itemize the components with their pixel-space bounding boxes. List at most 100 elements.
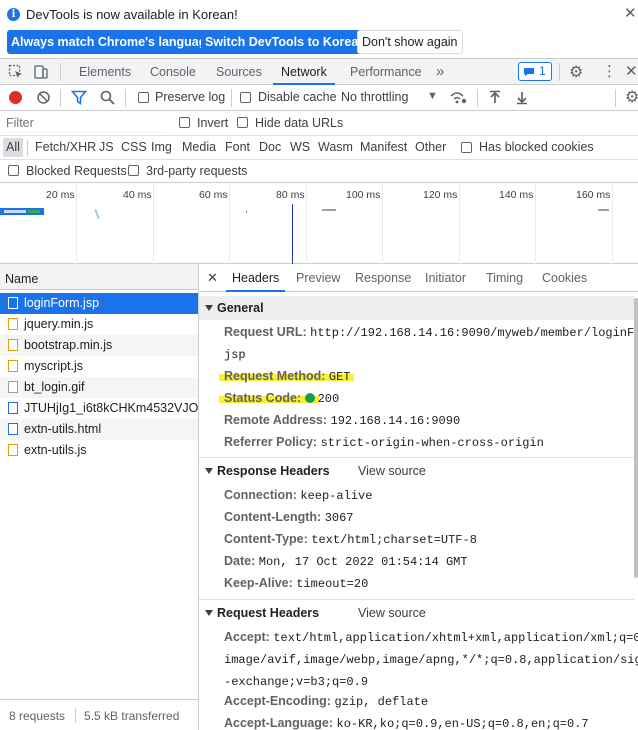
device-toolbar-icon[interactable] [33, 64, 49, 80]
document-icon [8, 297, 18, 309]
filter-input[interactable] [3, 114, 166, 133]
record-icon[interactable] [9, 91, 22, 104]
language-infobar: i DevTools is now available in Korean! ✕… [0, 0, 638, 58]
infobar-close-icon[interactable]: ✕ [624, 4, 637, 22]
disable-cache-label: Disable cache [258, 90, 337, 104]
network-conditions-icon[interactable] [449, 89, 467, 105]
font-icon [8, 402, 18, 414]
request-row[interactable]: loginForm.jsp [0, 293, 198, 314]
timeline-tick [153, 183, 154, 264]
hide-data-urls-checkbox[interactable] [237, 117, 248, 128]
match-language-button[interactable]: Always match Chrome's language [7, 30, 218, 54]
request-name: jquery.min.js [24, 317, 94, 331]
type-filter-fetch-xhr[interactable]: Fetch/XHR [35, 140, 96, 154]
invert-checkbox[interactable] [179, 117, 190, 128]
tab-preview[interactable]: Preview [296, 264, 340, 292]
disable-cache-checkbox[interactable] [240, 92, 251, 103]
network-settings-gear-icon[interactable]: ⚙ [625, 87, 638, 107]
header-key: Date: [224, 554, 256, 568]
has-blocked-cookies-checkbox[interactable] [461, 142, 472, 153]
blocked-requests-checkbox[interactable] [8, 165, 19, 176]
chevron-down-icon[interactable]: ▼ [427, 90, 438, 102]
throttling-select[interactable]: No throttling [341, 90, 408, 104]
timeline-request-bar [94, 208, 100, 220]
tab-headers[interactable]: Headers [226, 264, 286, 292]
clear-icon[interactable] [36, 90, 51, 105]
network-overview-timeline[interactable]: 20 ms 40 ms 60 ms 80 ms 100 ms 120 ms 14… [0, 183, 638, 264]
blocked-filters: Blocked Requests 3rd-party requests [0, 160, 638, 183]
type-filter-other[interactable]: Other [415, 140, 446, 154]
tab-sources[interactable]: Sources [216, 59, 262, 85]
more-tabs-icon[interactable]: » [436, 59, 444, 85]
content-type-row: Content-Type: text/html;charset=UTF-8 [224, 528, 634, 551]
header-value: http://192.168.14.16:9090/myweb/member/l… [310, 326, 638, 340]
document-icon [8, 423, 18, 435]
request-row[interactable]: bootstrap.min.js [0, 335, 198, 356]
request-name: extn-utils.html [24, 422, 102, 436]
tab-response[interactable]: Response [355, 264, 411, 292]
request-row[interactable]: bt_login.gif [0, 377, 198, 398]
tab-initiator[interactable]: Initiator [425, 264, 466, 292]
view-source-link[interactable]: View source [358, 601, 426, 625]
type-filter-media[interactable]: Media [182, 140, 216, 154]
type-filter-img[interactable]: Img [151, 140, 172, 154]
name-column-header[interactable]: Name [5, 272, 38, 286]
export-har-icon[interactable] [515, 90, 529, 105]
request-list-header: Name [0, 264, 198, 290]
more-options-icon[interactable]: ⋮ [602, 62, 617, 80]
inspect-element-icon[interactable] [8, 64, 24, 80]
request-url-row-continued: jsp [224, 343, 634, 366]
toolbar-divider [60, 89, 61, 107]
request-row[interactable]: jquery.min.js [0, 314, 198, 335]
type-filter-ws[interactable]: WS [290, 140, 310, 154]
expand-triangle-icon [205, 305, 213, 311]
script-icon [8, 339, 18, 351]
preserve-log-checkbox[interactable] [138, 92, 149, 103]
toolbar-divider [231, 89, 232, 107]
close-details-icon[interactable]: ✕ [207, 264, 218, 292]
tab-cookies[interactable]: Cookies [542, 264, 587, 292]
timeline-tick [382, 183, 383, 264]
third-party-checkbox[interactable] [128, 165, 139, 176]
import-har-icon[interactable] [488, 90, 502, 105]
type-filter-js[interactable]: JS [99, 140, 114, 154]
search-icon[interactable] [100, 90, 115, 105]
tab-timing[interactable]: Timing [486, 264, 523, 292]
issues-badge[interactable]: 1 [518, 62, 552, 81]
tab-network[interactable]: Network [273, 59, 335, 85]
general-section-header[interactable]: General [199, 296, 634, 320]
request-row[interactable]: extn-utils.js [0, 440, 198, 461]
type-filter-css[interactable]: CSS [121, 140, 147, 154]
settings-gear-icon[interactable]: ⚙ [569, 62, 583, 82]
type-filter-doc[interactable]: Doc [259, 140, 281, 154]
type-filter-font[interactable]: Font [225, 140, 250, 154]
tab-elements[interactable]: Elements [79, 59, 131, 85]
request-row[interactable]: JTUHjIg1_i6t8kCHKm4532VJO... [0, 398, 198, 419]
type-filter-wasm[interactable]: Wasm [318, 140, 353, 154]
section-title: General [217, 301, 264, 315]
type-filter-manifest[interactable]: Manifest [360, 140, 407, 154]
timeline-tick [459, 183, 460, 264]
request-row[interactable]: myscript.js [0, 356, 198, 377]
filter-icon[interactable] [71, 90, 87, 105]
header-value: text/html;charset=UTF-8 [311, 533, 477, 547]
header-key: Referrer Policy: [224, 435, 318, 449]
request-method-row: Request Method: GET [224, 365, 634, 388]
response-headers-section-header[interactable]: Response Headers View source [199, 459, 634, 483]
timeline-tick [612, 183, 613, 264]
dont-show-again-button[interactable]: Don't show again [357, 30, 463, 54]
type-filter-all[interactable]: All [6, 140, 20, 154]
request-name: loginForm.jsp [24, 296, 100, 310]
header-key: Content-Length: [224, 510, 322, 524]
close-devtools-icon[interactable]: ✕ [625, 62, 638, 80]
request-row[interactable]: extn-utils.html [0, 419, 198, 440]
request-headers-section-header[interactable]: Request Headers View source [199, 601, 634, 625]
tab-console[interactable]: Console [150, 59, 196, 85]
view-source-link[interactable]: View source [358, 459, 426, 483]
tab-performance[interactable]: Performance [350, 59, 422, 85]
details-scrollbar[interactable] [634, 298, 638, 578]
section-divider [199, 457, 634, 458]
header-value: keep-alive [300, 489, 373, 503]
toolbar-divider [477, 89, 478, 107]
switch-korean-button[interactable]: Switch DevTools to Korean [201, 30, 370, 54]
